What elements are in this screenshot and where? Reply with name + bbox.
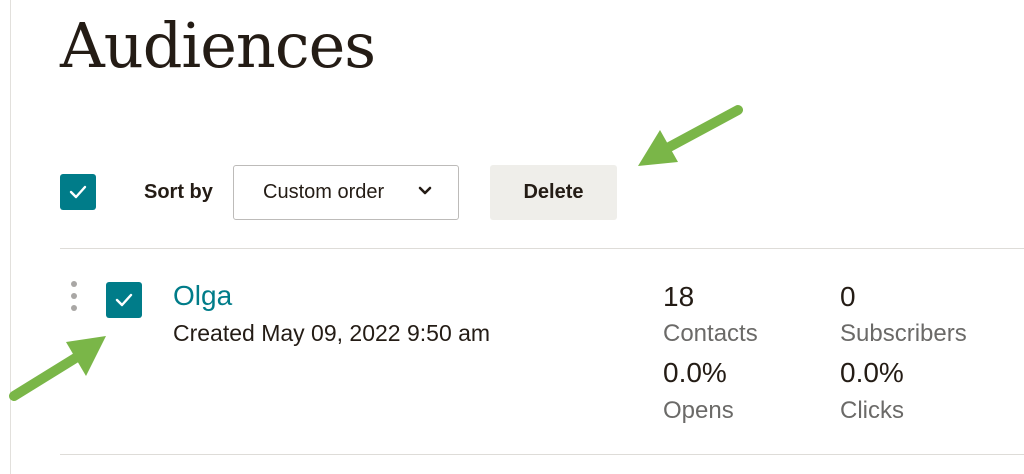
audience-name-link[interactable]: Olga bbox=[173, 280, 232, 312]
annotation-arrow-icon bbox=[9, 336, 106, 401]
drag-handle-icon[interactable] bbox=[68, 280, 80, 312]
page-title: Audiences bbox=[60, 9, 376, 82]
opens-label: Opens bbox=[663, 397, 734, 424]
select-all-checkbox[interactable] bbox=[60, 174, 96, 210]
checkmark-icon bbox=[69, 185, 87, 199]
subscribers-count: 0 bbox=[840, 281, 856, 312]
sort-by-label: Sort by bbox=[144, 181, 213, 203]
subscribers-label: Subscribers bbox=[840, 320, 967, 347]
sort-order-value: Custom order bbox=[263, 181, 385, 203]
contacts-label: Contacts bbox=[663, 320, 758, 347]
clicks-rate: 0.0% bbox=[840, 357, 904, 388]
list-divider-bottom bbox=[60, 454, 1024, 455]
audience-created-date: Created May 09, 2022 9:50 am bbox=[173, 320, 491, 346]
checkmark-icon bbox=[115, 293, 133, 307]
opens-rate: 0.0% bbox=[663, 357, 727, 388]
delete-button[interactable]: Delete bbox=[490, 165, 617, 220]
list-divider-top bbox=[60, 248, 1024, 249]
audiences-page: Audiences Sort by Custom order Delete Ol… bbox=[0, 0, 1024, 474]
audience-row-checkbox[interactable] bbox=[106, 282, 142, 318]
contacts-count: 18 bbox=[663, 281, 695, 312]
clicks-label: Clicks bbox=[840, 397, 904, 424]
sort-order-dropdown[interactable]: Custom order bbox=[233, 165, 459, 220]
chevron-down-icon bbox=[418, 186, 432, 195]
annotation-arrow-icon bbox=[638, 105, 743, 166]
